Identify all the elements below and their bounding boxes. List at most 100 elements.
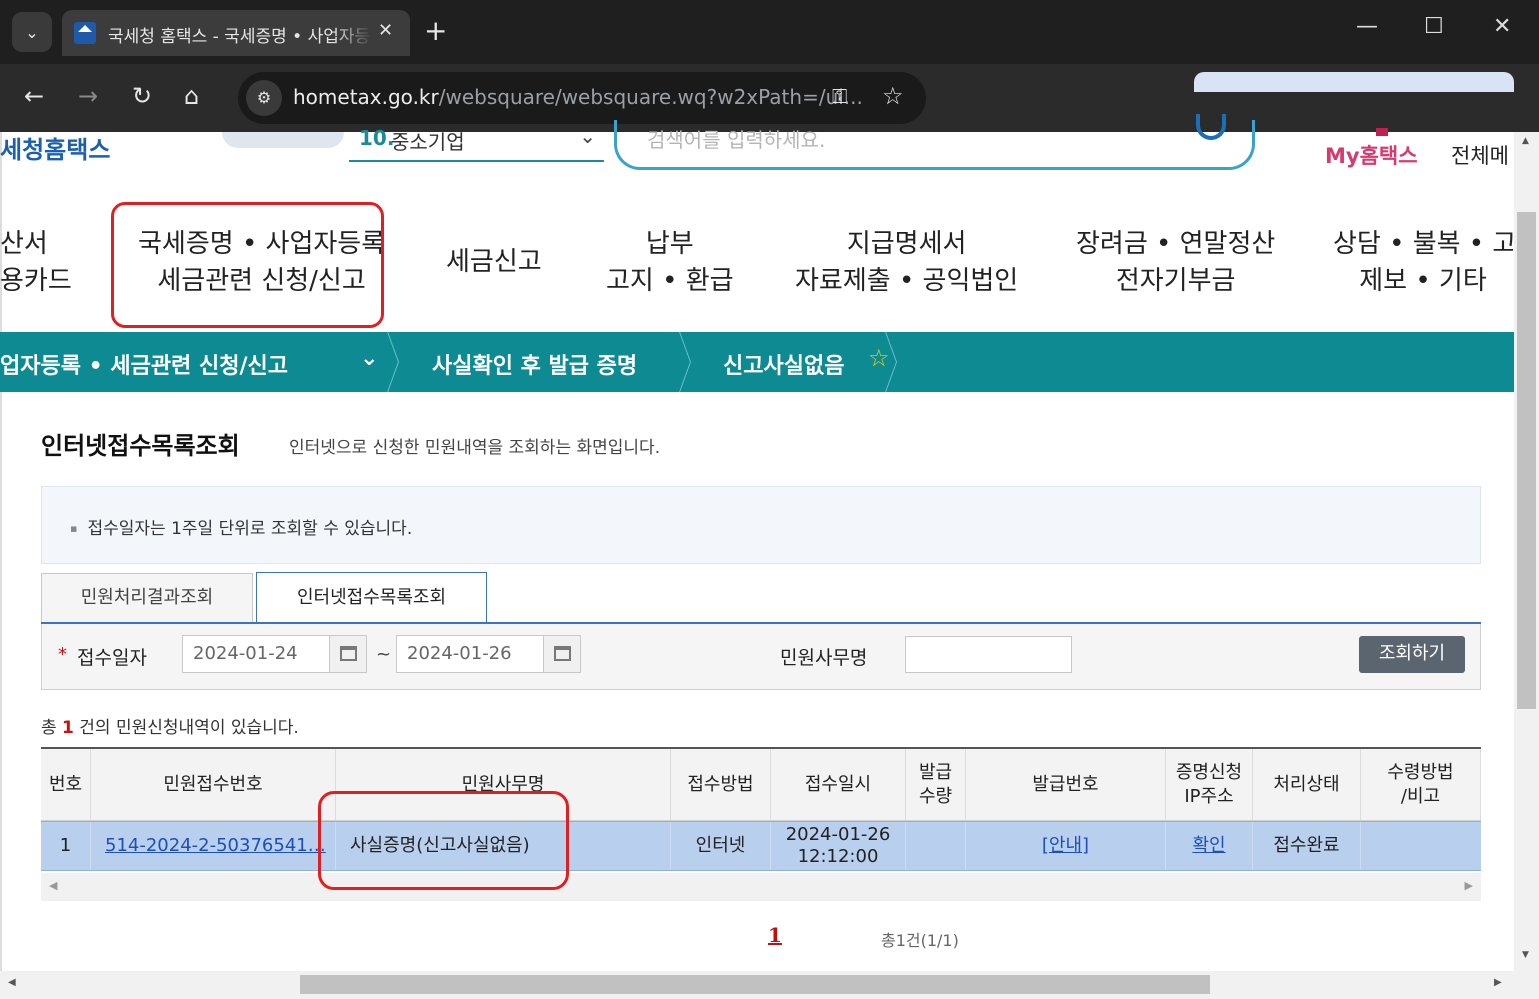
back-arrow-icon[interactable]: ←	[24, 82, 44, 110]
col-header-no: 번호	[41, 749, 91, 821]
favorite-star-icon[interactable]: ☆	[868, 344, 890, 372]
cell-qty	[906, 822, 966, 870]
result-count: 1	[62, 718, 74, 738]
tab-search-button[interactable]: ⌄	[12, 12, 52, 52]
reload-icon[interactable]: ↻	[132, 82, 152, 110]
select-value: 중소기업	[391, 130, 465, 154]
receipt-table: 번호 민원접수번호 민원사무명 접수방법 접수일시 발급 수량 발급번호 증명신…	[41, 747, 1481, 901]
breadcrumb-item-3[interactable]: 신고사실없음	[723, 348, 844, 380]
scroll-right-icon[interactable]: ▶	[1465, 879, 1473, 892]
breadcrumb: 업자등록 • 세금관련 신청/신고 ⌄ 사실확인 후 발급 증명 신고사실없음 …	[0, 332, 1514, 392]
search-icon[interactable]	[1196, 114, 1226, 140]
query-button[interactable]: 조회하기	[1359, 636, 1465, 673]
col-header-datetime: 접수일시	[771, 749, 906, 821]
my-hometax-mark-icon	[1376, 128, 1388, 136]
scroll-left-icon[interactable]: ◀	[8, 977, 16, 988]
menu-item-tax-invoice[interactable]: 산서 용카드	[0, 226, 72, 300]
site-info-icon[interactable]: ⚙	[246, 80, 282, 116]
required-mark: *	[58, 644, 67, 665]
hometax-logo[interactable]: 세청홈택스	[0, 130, 110, 165]
service-name-label: 민원사무명	[780, 647, 868, 669]
scroll-up-icon[interactable]: ▲	[1522, 136, 1529, 146]
page-description: 인터넷으로 신청한 민원내역을 조회하는 화면입니다.	[289, 438, 661, 458]
chevron-down-icon: ⌄	[25, 22, 39, 42]
menu-item-tax-filing[interactable]: 세금신고	[446, 244, 542, 281]
new-tab-plus-icon[interactable]: +	[424, 16, 447, 46]
breadcrumb-separator	[690, 332, 704, 392]
cell-no: 1	[41, 822, 91, 870]
table-row[interactable]: 1 514-2024-2-50376541… 사실증명(신고사실없음) 인터넷 …	[41, 821, 1481, 871]
menu-item-consulting[interactable]: 상담 • 불복 • 고충제보 • 기타	[1333, 226, 1513, 300]
receipt-number-link[interactable]: 514-2024-2-50376541…	[91, 822, 336, 870]
minimize-icon[interactable]: —	[1356, 14, 1378, 39]
tab-internet-receipt[interactable]: 인터넷접수목록조회	[256, 572, 487, 625]
scroll-left-icon[interactable]: ◀	[49, 879, 57, 892]
breadcrumb-separator	[398, 332, 412, 392]
chevron-down-icon: ⌄	[579, 124, 596, 148]
all-menu-link[interactable]: 전체메	[1451, 140, 1509, 170]
col-header-status: 처리상태	[1253, 749, 1361, 821]
scroll-down-icon[interactable]: ▼	[1522, 950, 1529, 960]
notice-text: 접수일자는 1주일 단위로 조회할 수 있습니다.	[70, 514, 412, 539]
service-name-input[interactable]	[905, 636, 1072, 673]
forward-arrow-icon[interactable]: →	[78, 82, 98, 110]
page-title: 인터넷접수목록조회	[41, 432, 240, 460]
filter-panel: * 접수일자 2024-01-24 ~ 2024-01-26 민원사무명 조회하…	[41, 624, 1481, 690]
business-type-select[interactable]: 10. 중소기업 ⌄	[349, 124, 604, 162]
tab-title: 국세청 홈택스 - 국세증명 • 사업자등록	[108, 27, 373, 47]
breadcrumb-separator	[896, 332, 910, 392]
calendar-icon[interactable]	[329, 635, 367, 673]
my-hometax-link[interactable]: My홈택스	[1325, 140, 1418, 170]
home-icon[interactable]: ⌂	[184, 82, 199, 110]
url-text[interactable]: hometax.go.kr/websquare/websquare.wq?w2x…	[293, 85, 863, 109]
highlight-box-menu	[111, 202, 384, 328]
ip-confirm-link[interactable]: 확인	[1166, 822, 1253, 870]
col-header-ip: 증명신청 IP주소	[1166, 749, 1253, 821]
date-label: 접수일자	[77, 647, 147, 669]
scrollbar-thumb[interactable]	[1517, 212, 1536, 709]
key-icon[interactable]: ⚿	[832, 84, 847, 108]
scrollbar-thumb[interactable]	[300, 975, 1210, 994]
menu-item-incentive[interactable]: 장려금 • 연말정산 전자기부금	[1076, 226, 1275, 300]
pagination-total: 총1건(1/1)	[881, 931, 959, 950]
breadcrumb-item-1[interactable]: 업자등록 • 세금관련 신청/신고	[0, 348, 288, 380]
header-decoration	[222, 132, 344, 148]
browser-tab[interactable]: 국세청 홈택스 - 국세증명 • 사업자등록 ✕	[62, 10, 410, 56]
browser-tab-bar: ⌄ 국세청 홈택스 - 국세증명 • 사업자등록 ✕ + — ☐ ✕	[0, 0, 1539, 64]
window-close-icon[interactable]: ✕	[1493, 14, 1511, 39]
date-from-input[interactable]: 2024-01-24	[182, 635, 330, 673]
col-header-qty: 발급 수량	[906, 749, 966, 821]
result-count-text: 총 1 건의 민원신청내역이 있습니다.	[41, 718, 299, 738]
table-horizontal-scrollbar[interactable]: ◀ ▶	[41, 873, 1481, 901]
page-vertical-scrollbar[interactable]: ▲ ▼	[1514, 132, 1539, 999]
col-header-note: 수령방법 /비고	[1361, 749, 1481, 821]
bookmark-star-icon[interactable]: ☆	[882, 82, 904, 110]
hometax-favicon-icon	[74, 22, 96, 44]
cell-method: 인터넷	[671, 822, 771, 870]
maximize-icon[interactable]: ☐	[1424, 14, 1444, 39]
address-bar[interactable]: ⚙ hometax.go.kr/websquare/websquare.wq?w…	[238, 72, 926, 124]
col-header-issue-no: 발급번호	[966, 749, 1166, 821]
calendar-icon[interactable]	[543, 635, 581, 673]
col-header-receipt-no: 민원접수번호	[91, 749, 336, 821]
breadcrumb-item-2[interactable]: 사실확인 후 발급 증명	[432, 348, 637, 380]
notice-box: 접수일자는 1주일 단위로 조회할 수 있습니다.	[41, 486, 1481, 564]
site-search-input[interactable]: 검색어를 입력하세요.	[614, 114, 1255, 170]
select-number: 10.	[359, 126, 395, 150]
issue-info-link[interactable]: [안내]	[966, 822, 1166, 870]
menu-item-payment[interactable]: 납부 고지 • 환급	[606, 226, 734, 300]
chevron-down-icon[interactable]: ⌄	[360, 346, 378, 371]
close-icon[interactable]: ✕	[378, 20, 393, 41]
page-horizontal-scrollbar[interactable]: ◀ ▶	[0, 971, 1514, 999]
profile-pill[interactable]	[1194, 72, 1514, 92]
date-to-input[interactable]: 2024-01-26	[396, 635, 544, 673]
col-header-method: 접수방법	[671, 749, 771, 821]
cell-status: 접수완료	[1253, 822, 1361, 870]
cell-datetime: 2024-01-26 12:12:00	[771, 822, 906, 870]
search-placeholder: 검색어를 입력하세요.	[647, 128, 826, 152]
cell-note	[1361, 822, 1481, 870]
tab-result-inquiry[interactable]: 민원처리결과조회	[41, 573, 253, 623]
scroll-right-icon[interactable]: ▶	[1494, 977, 1502, 988]
menu-item-payment-statement[interactable]: 지급명세서 자료제출 • 공익법인	[795, 226, 1018, 300]
pagination-page-1[interactable]: 1	[768, 923, 782, 947]
